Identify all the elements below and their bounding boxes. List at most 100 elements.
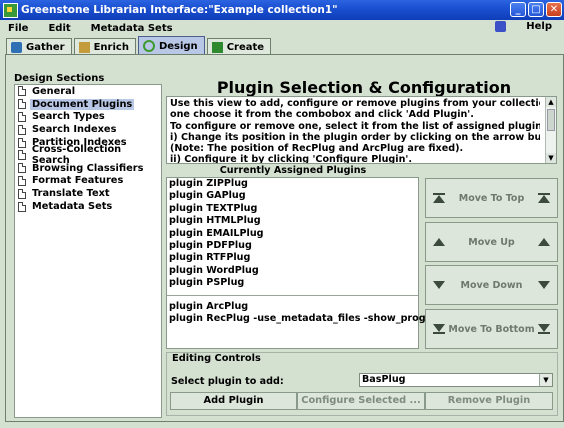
tab-enrich[interactable]: Enrich (73, 38, 136, 55)
document-icon (18, 163, 26, 174)
add-plugin-button[interactable]: Add Plugin (170, 392, 297, 410)
minimize-button[interactable]: _ (510, 2, 526, 17)
help-line: Use this view to add, configure or remov… (170, 98, 540, 109)
sidebar-item-search-types[interactable]: Search Types (15, 111, 161, 124)
list-item[interactable]: plugin ArcPlug (167, 301, 418, 313)
help-line: To configure or remove one, select it fr… (170, 120, 540, 132)
document-icon (18, 188, 26, 199)
assigned-plugins-list: plugin ZIPPlug plugin GAPlug plugin TEXT… (166, 177, 448, 349)
enrich-icon (78, 41, 90, 53)
tab-enrich-label: Enrich (93, 41, 129, 53)
arrow-down-icon (537, 281, 550, 289)
document-icon (18, 150, 26, 161)
sidebar-item-search-indexes[interactable]: Search Indexes (15, 123, 161, 136)
arrow-down-icon (433, 281, 445, 289)
list-divider (167, 294, 418, 296)
close-button[interactable]: ✕ (546, 2, 562, 17)
list-item[interactable]: plugin TEXTPlug (167, 203, 418, 215)
move-to-top-icon (433, 193, 445, 203)
create-icon (211, 41, 223, 53)
sidebar-item-label: Document Plugins (30, 98, 135, 110)
help-line: one choose it from the combobox and clic… (170, 109, 474, 121)
tab-create[interactable]: Create (206, 38, 272, 55)
help-line: ii) Configure it by clicking 'Configure … (170, 154, 412, 164)
sidebar-item-label: Translate Text (32, 188, 110, 200)
sidebar-item-general[interactable]: General (15, 85, 161, 98)
design-icon (142, 40, 155, 52)
list-item[interactable]: plugin GAPlug (167, 190, 418, 202)
sidebar-item-label: Metadata Sets (32, 201, 113, 213)
menu-help[interactable]: Help (487, 21, 564, 32)
configure-selected-button[interactable]: Configure Selected ... (297, 392, 425, 410)
move-down-button[interactable]: Move Down (425, 265, 558, 305)
sidebar-item-label: Search Indexes (32, 124, 117, 136)
maximize-button[interactable]: □ (528, 2, 544, 17)
menu-edit[interactable]: Edit (48, 23, 70, 34)
plugin-combobox[interactable]: BasPlug ▼ (359, 373, 553, 387)
plugin-combobox-value: BasPlug (362, 374, 406, 385)
scroll-thumb[interactable] (547, 109, 555, 131)
gather-icon (11, 41, 22, 53)
assigned-plugins-title: Currently Assigned Plugins (219, 165, 367, 176)
tab-gather[interactable]: Gather (6, 38, 72, 55)
sidebar-item-label: Browsing Classifiers (32, 162, 144, 174)
list-item[interactable]: plugin PDFPlug (167, 240, 418, 252)
document-icon (18, 111, 26, 122)
scroll-down-icon[interactable]: ▼ (546, 153, 556, 163)
tab-bar: Gather Enrich Design Create (6, 36, 273, 55)
help-line: i) Change its position in the plugin ord… (170, 131, 540, 143)
arrow-up-icon (433, 238, 445, 246)
document-icon (18, 175, 26, 186)
move-to-top-icon (538, 193, 550, 203)
move-down-label: Move Down (460, 279, 523, 291)
move-to-bottom-icon (433, 324, 445, 334)
move-to-bottom-icon (537, 324, 550, 334)
document-icon (18, 201, 26, 212)
sidebar-item-browsing-classifiers[interactable]: Browsing Classifiers (15, 162, 161, 175)
list-item[interactable]: plugin RecPlug -use_metadata_files -show… (167, 313, 448, 325)
help-line: (Note: The position of RecPlug and ArcPl… (170, 143, 464, 155)
move-to-bottom-button[interactable]: Move To Bottom (425, 309, 558, 349)
select-plugin-label: Select plugin to add: (171, 376, 284, 387)
chevron-down-icon[interactable]: ▼ (539, 374, 552, 386)
list-item[interactable]: plugin HTMLPlug (167, 215, 418, 227)
tab-design[interactable]: Design (137, 36, 205, 55)
menu-metadata-sets[interactable]: Metadata Sets (91, 23, 173, 34)
move-to-top-label: Move To Top (458, 192, 525, 204)
help-scrollbar[interactable]: ▲ ▼ (545, 97, 556, 163)
remove-plugin-button[interactable]: Remove Plugin (425, 392, 553, 410)
document-icon (18, 99, 26, 110)
sidebar-item-metadata-sets[interactable]: Metadata Sets (15, 200, 161, 213)
menu-bar: File Edit Metadata Sets Help (0, 20, 564, 36)
tab-design-label: Design (158, 40, 198, 52)
design-sections-list: General Document Plugins Search Types Se… (14, 84, 162, 418)
sidebar-item-cross-collection-search[interactable]: Cross-Collection Search (15, 144, 161, 166)
document-icon (18, 137, 26, 148)
move-to-top-button[interactable]: Move To Top (425, 178, 558, 218)
sidebar-item-translate-text[interactable]: Translate Text (15, 187, 161, 200)
sidebar-item-label: Format Features (32, 175, 124, 187)
list-item[interactable]: plugin EMAILPlug (167, 228, 418, 240)
move-to-bottom-label: Move To Bottom (448, 323, 535, 335)
sidebar-item-label: General (32, 85, 76, 97)
help-text-box: Use this view to add, configure or remov… (166, 96, 557, 164)
sidebar-item-label: Search Types (32, 111, 105, 123)
sidebar-title: Design Sections (14, 73, 105, 84)
arrow-up-icon (537, 238, 550, 246)
editing-controls-title: Editing Controls (170, 353, 263, 364)
list-item[interactable]: plugin RTFPlug (167, 252, 418, 264)
sidebar-item-format-features[interactable]: Format Features (15, 175, 161, 188)
menu-file[interactable]: File (8, 23, 28, 34)
list-item[interactable]: plugin WordPlug (167, 265, 418, 277)
help-icon (495, 21, 507, 32)
scroll-up-icon[interactable]: ▲ (546, 97, 556, 107)
move-up-label: Move Up (468, 236, 515, 248)
list-item[interactable]: plugin PSPlug (167, 277, 418, 289)
move-up-button[interactable]: Move Up (425, 222, 558, 262)
document-icon (18, 86, 26, 97)
app-icon (3, 2, 18, 18)
sidebar-item-document-plugins[interactable]: Document Plugins (15, 98, 161, 111)
title-bar: Greenstone Librarian Interface:"Example … (0, 0, 564, 20)
document-icon (18, 124, 26, 135)
list-item[interactable]: plugin ZIPPlug (167, 178, 418, 190)
